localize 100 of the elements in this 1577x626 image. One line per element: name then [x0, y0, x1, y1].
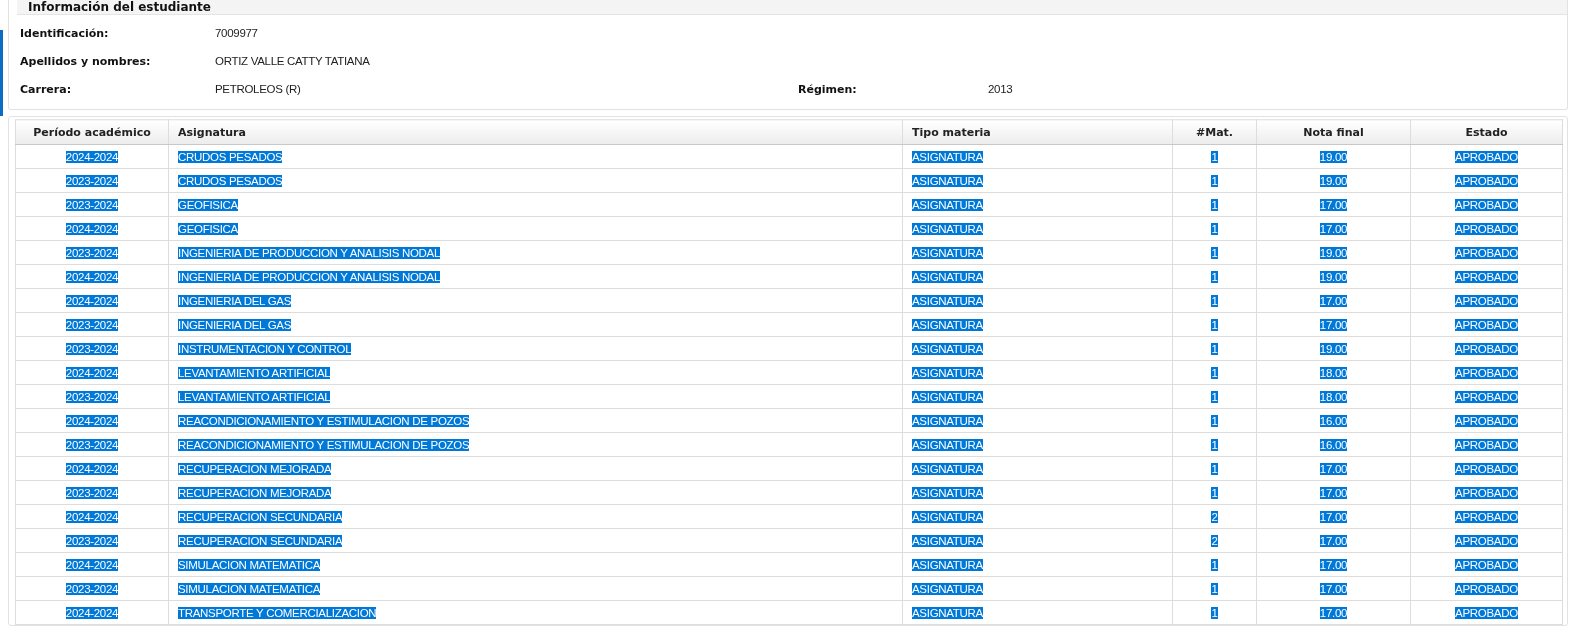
table-cell-text: APROBADO [1455, 270, 1518, 283]
table-cell-text: 1 [1211, 222, 1218, 235]
table-cell-text: APROBADO [1455, 174, 1518, 187]
table-cell-text: 17.00 [1319, 582, 1348, 595]
table-cell-text: 2023-2024 [65, 438, 119, 451]
column-header[interactable]: Asignatura [168, 119, 903, 145]
table-cell-text: APROBADO [1455, 318, 1518, 331]
table-cell-text: APROBADO [1455, 294, 1518, 307]
table-cell-text: APROBADO [1455, 390, 1518, 403]
column-header[interactable]: Tipo materia [902, 119, 1173, 145]
table-cell-text: 17.00 [1319, 198, 1348, 211]
table-cell-text: 2023-2024 [65, 318, 119, 331]
table-cell-text: 19.00 [1319, 150, 1348, 163]
table-cell-text: ASIGNATURA [912, 294, 983, 307]
table-cell-text: APROBADO [1455, 438, 1518, 451]
field-label: Identificación: [19, 26, 110, 40]
table-cell-text: ASIGNATURA [912, 534, 983, 547]
table-cell-text: INGENIERIA DE PRODUCCION Y ANALISIS NODAL [178, 270, 441, 283]
table-cell-text: 18.00 [1319, 366, 1348, 379]
table-cell-text: 1 [1211, 390, 1218, 403]
table-cell-text: RECUPERACION SECUNDARIA [178, 510, 343, 523]
table-cell-text: ASIGNATURA [912, 438, 983, 451]
table-cell-text: 2024-2024 [65, 414, 119, 427]
table-cell-text: 17.00 [1319, 294, 1348, 307]
table-cell-text: 2023-2024 [65, 342, 119, 355]
table-cell-text: SIMULACION MATEMATICA [178, 582, 321, 595]
table-cell-text: 1 [1211, 366, 1218, 379]
table-cell-text: 1 [1211, 606, 1218, 619]
table-cell-text: 19.00 [1319, 342, 1348, 355]
table-cell-text: APROBADO [1455, 534, 1518, 547]
table-cell-text: REACONDICIONAMIENTO Y ESTIMULACION DE POZOS [178, 414, 470, 427]
table-cell-text: ASIGNATURA [912, 342, 983, 355]
table-cell-text: 1 [1211, 318, 1218, 331]
table-cell-text: APROBADO [1455, 246, 1518, 259]
column-header[interactable]: #Mat. [1172, 119, 1257, 145]
table-cell-text: 17.00 [1319, 486, 1348, 499]
table-cell-text: 1 [1211, 342, 1218, 355]
table-cell-text: 2024-2024 [65, 510, 119, 523]
table-cell-text: ASIGNATURA [912, 246, 983, 259]
table-cell-text: ASIGNATURA [912, 462, 983, 475]
table-cell-text: 18.00 [1319, 390, 1348, 403]
table-cell-text: 1 [1211, 414, 1218, 427]
table-cell-text: APROBADO [1455, 150, 1518, 163]
table-cell-text: RECUPERACION SECUNDARIA [178, 534, 343, 547]
table-cell-text: 2024-2024 [65, 294, 119, 307]
column-header[interactable]: Período académico [15, 119, 169, 145]
column-header[interactable]: Nota final [1256, 119, 1411, 145]
table-cell-text: ASIGNATURA [912, 414, 983, 427]
table-cell-text: CRUDOS PESADOS [178, 150, 283, 163]
table-cell-text: RECUPERACION MEJORADA [178, 462, 332, 475]
table-cell-text: 2023-2024 [65, 390, 119, 403]
table-cell-text: 17.00 [1319, 462, 1348, 475]
table-cell-text: ASIGNATURA [912, 174, 983, 187]
table-cell-text: ASIGNATURA [912, 510, 983, 523]
table-cell-text: 17.00 [1319, 510, 1348, 523]
section-title: Información del estudiante [28, 1, 211, 13]
table-cell-text: 19.00 [1319, 174, 1348, 187]
table-cell-text: SIMULACION MATEMATICA [178, 558, 321, 571]
table-cell-text: ASIGNATURA [912, 486, 983, 499]
table-cell-text: 16.00 [1319, 438, 1348, 451]
table-cell-text: 2023-2024 [65, 534, 119, 547]
field-label: Régimen: [798, 82, 858, 96]
table-cell-text: 1 [1211, 558, 1218, 571]
table-cell-text: 2024-2024 [65, 222, 119, 235]
table-cell-text: 16.00 [1319, 414, 1348, 427]
table-cell-text: 2 [1211, 510, 1218, 523]
table-cell-text: ASIGNATURA [912, 198, 983, 211]
field-value: PETROLEOS (R) [215, 83, 302, 95]
table-cell-text: 2024-2024 [65, 462, 119, 475]
table-cell-text: ASIGNATURA [912, 390, 983, 403]
table-cell-text: 1 [1211, 174, 1218, 187]
table-cell-text: APROBADO [1455, 558, 1518, 571]
table-cell-text: 17.00 [1319, 222, 1348, 235]
table-cell-text: APROBADO [1455, 510, 1518, 523]
table-cell-text: ASIGNATURA [912, 270, 983, 283]
table-cell-text: INGENIERIA DEL GAS [178, 294, 292, 307]
table-cell-text: 2024-2024 [65, 270, 119, 283]
field-label: Carrera: [19, 82, 73, 96]
table-cell-text: ASIGNATURA [912, 558, 983, 571]
field-value: 2013 [988, 83, 1013, 95]
table-cell-text: APROBADO [1455, 342, 1518, 355]
table-cell-text: 2024-2024 [65, 150, 119, 163]
table-cell-text: RECUPERACION MEJORADA [178, 486, 332, 499]
table-cell-text: 1 [1211, 462, 1218, 475]
table-cell-text: ASIGNATURA [912, 582, 983, 595]
table-cell-text: ASIGNATURA [912, 606, 983, 619]
table-cell-text: ASIGNATURA [912, 366, 983, 379]
table-cell-text: 17.00 [1319, 318, 1348, 331]
table-cell-text: 17.00 [1319, 606, 1348, 619]
table-cell-text: 2023-2024 [65, 174, 119, 187]
column-header[interactable]: Estado [1410, 119, 1563, 145]
table-cell-text: 2024-2024 [65, 366, 119, 379]
table-cell-text: APROBADO [1455, 366, 1518, 379]
table-cell-text: INSTRUMENTACION Y CONTROL [178, 342, 352, 355]
table-cell-text: APROBADO [1455, 414, 1518, 427]
table-cell-text: GEOFISICA [178, 198, 238, 211]
table-cell-text: 1 [1211, 294, 1218, 307]
table-cell-text: 2024-2024 [65, 558, 119, 571]
table-cell-text: ASIGNATURA [912, 318, 983, 331]
table-cell-text: 1 [1211, 198, 1218, 211]
